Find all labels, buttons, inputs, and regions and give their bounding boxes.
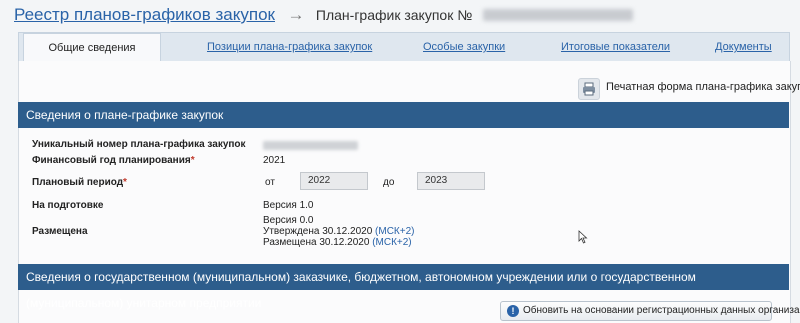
breadcrumb: Реестр планов-графиков закупок → План-гр… bbox=[14, 5, 633, 27]
print-form-label: Печатная форма плана-графика закупок bbox=[606, 81, 800, 93]
required-mark: * bbox=[190, 155, 195, 166]
printer-icon bbox=[578, 78, 600, 100]
print-form-button[interactable]: Печатная форма плана-графика закупок bbox=[578, 78, 800, 100]
fin-year-label: Финансовый год планирования* bbox=[32, 155, 195, 166]
placed-label: Размещена bbox=[32, 226, 88, 237]
refresh-from-registration-button[interactable]: ! Обновить на основании регистрационных … bbox=[500, 301, 800, 321]
period-from-label: от bbox=[265, 177, 275, 188]
info-icon: ! bbox=[507, 305, 519, 317]
period-to-field: 2023 bbox=[417, 172, 485, 190]
unique-number-label: Уникальный номер плана-графика закупок bbox=[32, 139, 246, 150]
required-mark: * bbox=[123, 177, 127, 188]
in-prep-value: Версия 1.0 bbox=[263, 200, 314, 211]
section-customer-info-header: Сведения о государственном (муниципально… bbox=[18, 264, 789, 310]
approved-line: Утверждена 30.12.2020 (МСК+2) bbox=[263, 226, 415, 237]
period-from-field: 2022 bbox=[300, 172, 368, 190]
period-label: Плановый период* bbox=[32, 177, 127, 188]
section-plan-info-header: Сведения о плане-графике закупок bbox=[18, 102, 789, 128]
arrow-right-icon: → bbox=[287, 5, 305, 24]
approved-timezone: (МСК+2) bbox=[375, 226, 415, 237]
fin-year-value: 2021 bbox=[263, 155, 286, 166]
in-prep-label: На подготовке bbox=[32, 200, 104, 211]
mouse-cursor-icon bbox=[578, 230, 588, 244]
tab-general-info[interactable]: Общие сведения bbox=[23, 33, 161, 64]
refresh-button-label: Обновить на основании регистрационных да… bbox=[523, 305, 800, 316]
breadcrumb-registry-link[interactable]: Реестр планов-графиков закупок bbox=[14, 5, 275, 24]
placed-version: Версия 0.0 bbox=[263, 215, 314, 226]
placed-line: Размещена 30.12.2020 (МСК+2) bbox=[263, 237, 412, 248]
placed-timezone: (МСК+2) bbox=[372, 237, 412, 248]
tab-special-purchases[interactable]: Особые закупки bbox=[423, 33, 505, 62]
page-title: План-график закупок № bbox=[315, 7, 473, 23]
redacted-plan-number bbox=[482, 9, 633, 21]
redacted-unique-number bbox=[263, 141, 358, 150]
period-to-label: до bbox=[383, 177, 395, 188]
tab-plan-positions[interactable]: Позиции плана-графика закупок bbox=[207, 33, 372, 62]
tab-documents[interactable]: Документы bbox=[715, 33, 772, 62]
tab-totals[interactable]: Итоговые показатели bbox=[561, 33, 670, 62]
tab-bar: Общие сведения Позиции плана-графика зак… bbox=[18, 32, 790, 64]
